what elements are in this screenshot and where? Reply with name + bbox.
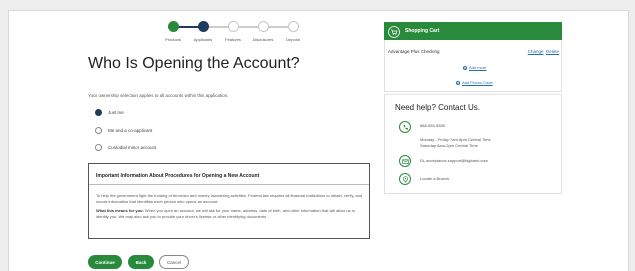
info-box-divider	[89, 184, 369, 185]
phone-number[interactable]: 888-555-5555	[420, 123, 445, 129]
shopping-cart-body: Advantage Plus Checking Change Delete + A…	[384, 40, 562, 92]
back-button[interactable]: Back	[128, 255, 154, 269]
contact-help-box: Need help? Contact Us. 888-555-5555 Mond…	[384, 94, 562, 194]
option-label-just-me: Just me	[108, 109, 124, 115]
radio-just-me[interactable]	[95, 108, 102, 116]
location-pin-icon	[399, 173, 411, 185]
add-more-label: Add more	[469, 65, 487, 70]
option-custodial-minor[interactable]: Custodial minor account	[95, 142, 156, 152]
info-box-title: Important Information About Procedures f…	[96, 173, 260, 179]
radio-co-applicant[interactable]	[95, 126, 102, 134]
hours-saturday: Saturday 8am-2pm Central Time	[420, 143, 478, 148]
step-label-applicants: Applicants	[193, 37, 213, 42]
option-just-me[interactable]: Just me	[95, 107, 124, 117]
radio-custodial-minor[interactable]	[95, 143, 102, 151]
shopping-cart-header: Shopping Cart	[384, 22, 562, 40]
cart-item-actions: Change Delete	[528, 49, 559, 54]
add-promo-code-link[interactable]: + Add Promo Code	[456, 80, 493, 85]
change-link[interactable]: Change	[528, 49, 544, 54]
add-more-link[interactable]: + Add more	[463, 65, 486, 70]
hours-weekday: Monday - Friday 7am-8pm Central Time	[420, 137, 491, 142]
step-label-features: Features	[225, 37, 241, 42]
step-dot-products	[168, 21, 179, 32]
step-label-products: Products	[165, 37, 181, 42]
support-email[interactable]: DL.acceptance.support@bigbank.com	[420, 158, 488, 164]
cart-product-name: Advantage Plus Checking	[388, 49, 440, 54]
step-dot-features	[228, 21, 239, 32]
option-co-applicant[interactable]: Me and a co-applicant	[95, 125, 152, 135]
step-dot-deposit	[288, 21, 299, 32]
option-label-co-applicant: Me and a co-applicant	[108, 127, 153, 133]
delete-link[interactable]: Delete	[546, 49, 559, 54]
locate-branch-link[interactable]: Locate a Branch	[420, 176, 449, 182]
shopping-cart-title: Shopping Cart	[405, 28, 440, 34]
page-title: Who Is Opening the Account?	[88, 55, 300, 72]
ownership-intro-text: Your ownership selection applies to all …	[88, 93, 229, 98]
step-label-disclosures: Disclosures	[252, 37, 274, 42]
email-icon	[399, 155, 411, 167]
help-title: Need help? Contact Us.	[395, 103, 480, 112]
phone-icon	[399, 121, 411, 133]
add-promo-plus-icon: +	[456, 80, 460, 85]
shopping-cart-icon	[388, 25, 400, 38]
cancel-button[interactable]: Cancel	[159, 255, 189, 269]
info-paragraph-1: To help the government fight the funding…	[96, 193, 363, 204]
important-info-box: Important Information About Procedures f…	[88, 163, 370, 239]
progress-line-remaining	[202, 26, 292, 28]
step-label-deposit: Deposit	[286, 37, 300, 42]
step-dot-applicants	[198, 21, 209, 32]
info-paragraph-2: What this means for you: When you open a…	[96, 208, 364, 219]
add-promo-label: Add Promo Code	[462, 80, 493, 85]
continue-button[interactable]: Continue	[88, 255, 122, 269]
add-more-plus-icon: +	[463, 65, 467, 70]
step-dot-disclosures	[258, 21, 269, 32]
option-label-custodial-minor: Custodial minor account	[108, 144, 157, 150]
progress-stepper: Products Applicants Features Disclosures…	[160, 16, 300, 50]
info-paragraph-2-lead: What this means for you:	[96, 208, 144, 213]
